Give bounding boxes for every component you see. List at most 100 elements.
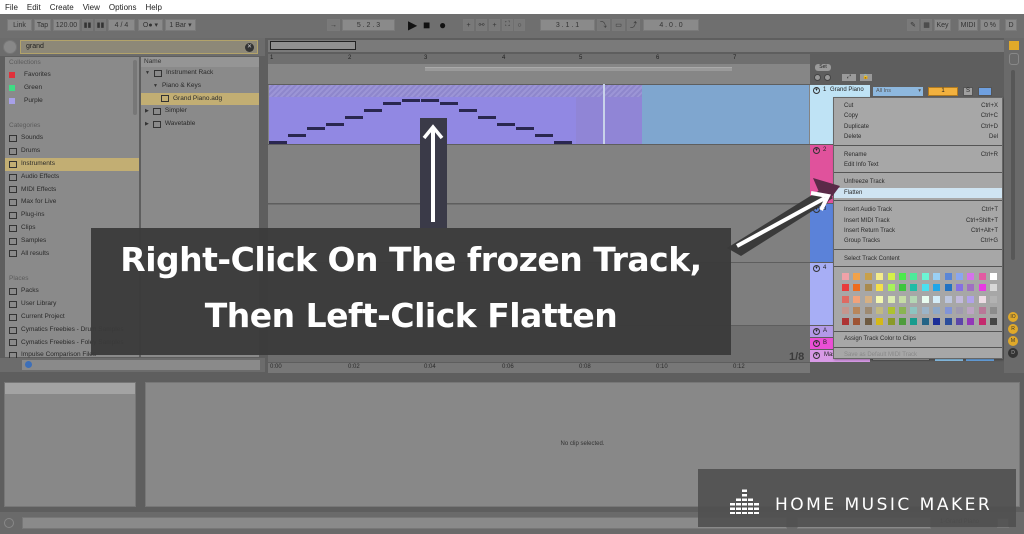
color-swatch[interactable] (864, 284, 872, 292)
color-swatch[interactable] (944, 273, 952, 281)
track-fold-icon[interactable]: ▾ (813, 328, 820, 335)
time-sig-den[interactable]: 4 (124, 22, 128, 29)
category-sounds[interactable]: Sounds (5, 132, 139, 145)
color-swatch[interactable] (910, 295, 918, 303)
color-swatch[interactable] (864, 295, 872, 303)
browser-search-input[interactable]: grand ✕ (20, 40, 258, 54)
menu-item-rename[interactable]: Rename Ctrl+R (834, 150, 1002, 160)
color-swatch[interactable] (990, 306, 998, 314)
solo-button[interactable]: S (963, 87, 973, 96)
draw-mode-icon[interactable]: ✎ (907, 19, 919, 31)
menu-item-select-track-content[interactable]: Select Track Content (834, 254, 1002, 264)
lock-icon[interactable]: 🔒 (860, 74, 872, 81)
quantize-select[interactable]: 1 Bar ▾ (165, 19, 196, 31)
midi-note[interactable] (383, 102, 401, 105)
loop-switch-icon[interactable]: ▭ (612, 19, 625, 31)
menu-item-insert-midi-track[interactable]: Insert MIDI Track Ctrl+Shift+T (834, 216, 1002, 226)
color-swatch[interactable] (978, 306, 986, 314)
color-swatch[interactable] (978, 284, 986, 292)
loop-length-field[interactable]: 4 . 0 . 0 (643, 19, 699, 31)
color-swatch[interactable] (899, 295, 906, 303)
category-max-for-live[interactable]: Max for Live (5, 196, 139, 209)
color-swatch[interactable] (921, 306, 929, 314)
sidebar-scrollbar[interactable] (133, 60, 137, 115)
track-fold-icon[interactable]: ▾ (813, 147, 820, 154)
selected-time-region[interactable] (642, 85, 809, 144)
menu-item-insert-audio-track[interactable]: Insert Audio Track Ctrl+T (834, 205, 1002, 215)
link-button[interactable]: Link (7, 19, 32, 31)
color-swatch[interactable] (853, 306, 861, 314)
color-swatch[interactable] (967, 295, 975, 303)
color-swatch[interactable] (990, 284, 998, 292)
midi-note[interactable] (478, 116, 496, 119)
menu-item-delete[interactable]: Delete Del (834, 132, 1002, 142)
set-button[interactable]: Set (815, 64, 831, 71)
file-item[interactable]: ▼ Piano & Keys (141, 80, 259, 93)
frozen-clip-header[interactable] (269, 85, 642, 97)
track-fold-icon[interactable]: ▾ (813, 87, 820, 94)
color-swatch[interactable] (921, 318, 929, 325)
color-swatch[interactable] (978, 318, 986, 325)
color-swatch[interactable] (967, 273, 975, 281)
tap-button[interactable]: Tap (34, 19, 51, 31)
midi-note[interactable] (421, 99, 439, 102)
color-swatch[interactable] (853, 295, 861, 303)
color-swatch[interactable] (887, 306, 895, 314)
color-swatch[interactable] (956, 284, 963, 292)
midi-note[interactable] (269, 141, 287, 144)
time-signature[interactable]: 4 / 4 (108, 19, 135, 31)
midi-note[interactable] (554, 141, 572, 144)
color-swatch[interactable] (978, 273, 986, 281)
returns-toggle-icon[interactable]: R (1008, 324, 1018, 334)
browser-toggle-icon[interactable] (3, 40, 17, 54)
color-swatch[interactable] (944, 318, 952, 325)
color-swatch[interactable] (956, 318, 963, 325)
frozen-clip-tail[interactable] (576, 97, 642, 144)
arrangement-view-icon[interactable] (1009, 41, 1019, 50)
stop-icon[interactable]: ■ (423, 18, 430, 32)
menu-file[interactable]: File (5, 3, 18, 12)
midi-note[interactable] (364, 109, 382, 112)
expanded-triangle-icon[interactable]: ▼ (153, 80, 158, 93)
midi-note[interactable] (402, 99, 420, 102)
capture-icon[interactable]: ⛶ (502, 19, 513, 31)
menu-create[interactable]: Create (50, 3, 74, 12)
track-fold-icon[interactable]: ▾ (813, 352, 820, 359)
expand-tracks-icon[interactable]: ⤢ (842, 74, 856, 81)
file-item[interactable]: ▶ Wavetable (141, 118, 259, 131)
session-view-icon[interactable] (1009, 53, 1019, 65)
color-swatch[interactable] (876, 273, 884, 281)
color-swatch[interactable] (956, 273, 963, 281)
collapsed-triangle-icon[interactable]: ▶ (145, 118, 149, 131)
color-swatch[interactable] (910, 273, 918, 281)
menu-options[interactable]: Options (109, 3, 137, 12)
nudge-up-icon[interactable]: ▮▮ (95, 19, 106, 31)
name-column-header[interactable]: Name (141, 57, 259, 67)
delay-toggle-icon[interactable]: D (1008, 348, 1018, 358)
color-swatch[interactable] (990, 295, 998, 303)
search-value[interactable]: grand (26, 43, 44, 50)
prev-locator-icon[interactable] (814, 74, 821, 81)
midi-note[interactable] (345, 116, 363, 119)
color-swatch[interactable] (933, 273, 941, 281)
file-item[interactable]: Grand Piano.adg (141, 92, 259, 106)
color-swatch[interactable] (887, 318, 895, 325)
color-swatch[interactable] (876, 306, 884, 314)
color-swatch[interactable] (956, 295, 963, 303)
midi-note[interactable] (459, 109, 477, 112)
color-swatch[interactable] (876, 284, 884, 292)
midi-note[interactable] (440, 102, 458, 105)
input-routing-select[interactable]: All Ins ▾ (873, 87, 923, 96)
midi-note[interactable] (288, 134, 306, 137)
color-swatch[interactable] (853, 318, 861, 325)
menu-item-group-tracks[interactable]: Group Tracks Ctrl+G (834, 236, 1002, 246)
collection-favorites[interactable]: Favorites (5, 69, 139, 82)
menu-item-unfreeze-track[interactable]: Unfreeze Track (834, 177, 1002, 187)
collection-green[interactable]: Green (5, 82, 139, 95)
menu-edit[interactable]: Edit (27, 3, 41, 12)
follow-icon[interactable]: → (327, 19, 340, 31)
arrangement-overview[interactable] (268, 40, 1004, 52)
record-icon[interactable]: ● (439, 18, 446, 32)
category-midi-effects[interactable]: MIDI Effects (5, 184, 139, 197)
menu-item-duplicate[interactable]: Duplicate Ctrl+D (834, 122, 1002, 132)
